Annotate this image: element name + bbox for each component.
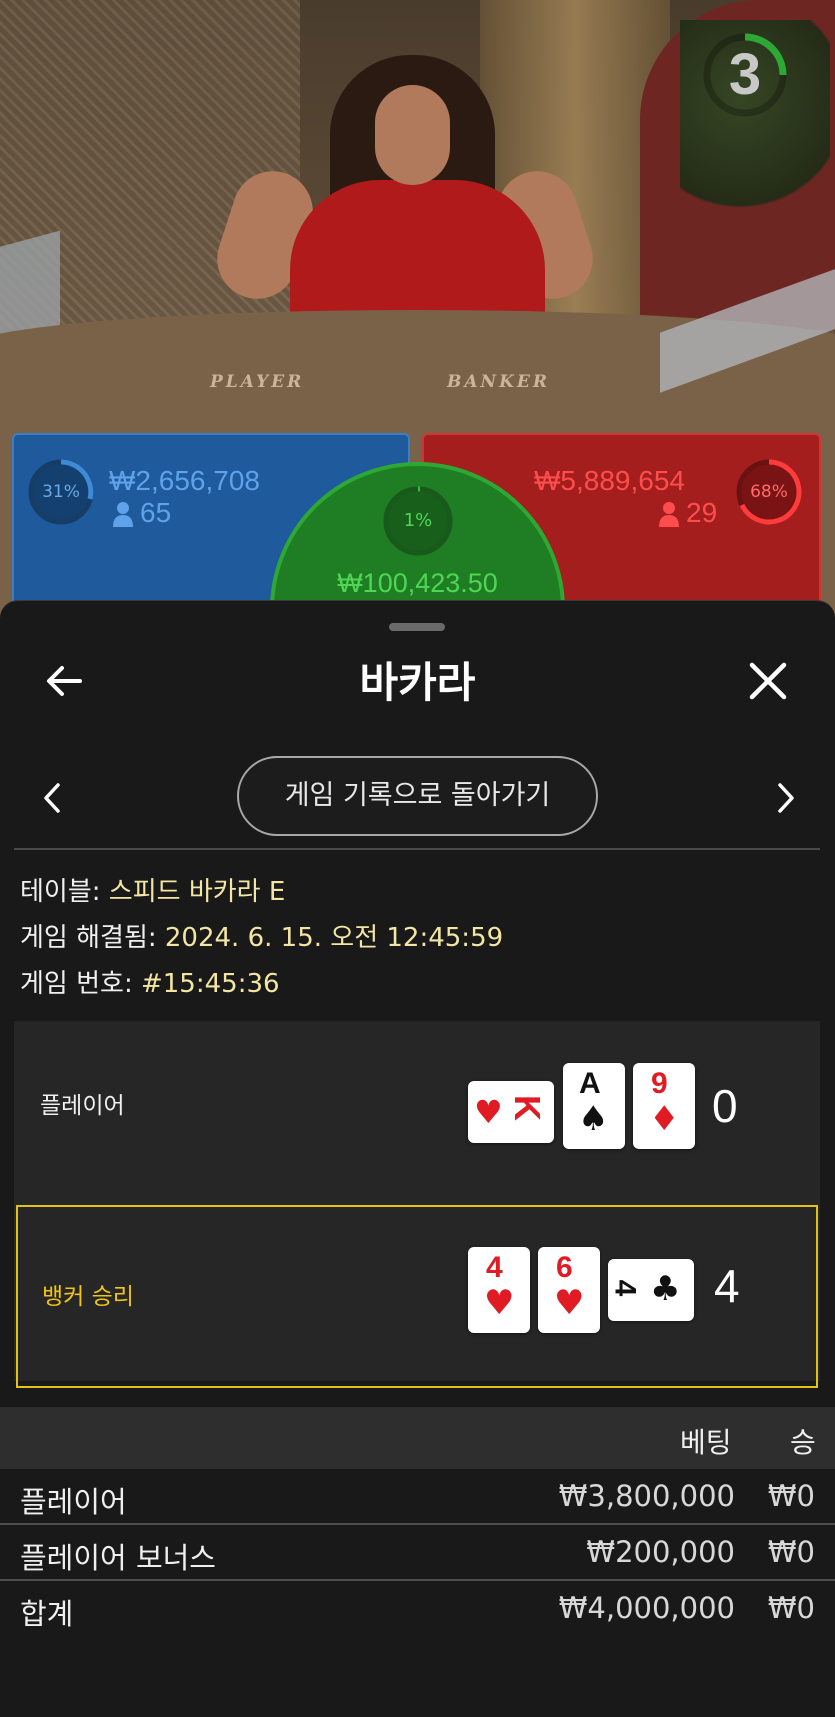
column-header-bet: 베팅 (680, 1426, 732, 1459)
playing-card: ♥ K (468, 1081, 554, 1143)
table-value: 스피드 바카라 E (108, 877, 286, 907)
bet-name: 플레이어 (20, 1485, 127, 1519)
bet-amount: ₩4,000,000 (558, 1591, 735, 1625)
heart-suit-icon: ♥ (554, 1283, 585, 1323)
card-rank: 4 (608, 1279, 642, 1297)
resolved-info: 게임 해결됨: 2024. 6. 15. 오전 12:45:59 (20, 917, 503, 954)
table-label-banker: BANKER (447, 372, 550, 392)
sheet-grabber[interactable] (389, 623, 445, 631)
table-label: 테이블: (20, 877, 109, 907)
player-total: 0 (712, 1080, 738, 1132)
bet-total-row: 합계 ₩4,000,000 ₩0 (0, 1581, 835, 1637)
person-icon (113, 502, 133, 527)
playing-card: A ♠ (563, 1063, 625, 1149)
card-rank: K (507, 1095, 548, 1121)
card-rank: A (579, 1067, 601, 1100)
bet-amount: ₩200,000 (586, 1535, 735, 1569)
playing-card: 9 ♦ (633, 1063, 695, 1149)
tie-pool-amount: ₩100,423.50 (337, 568, 498, 598)
win-amount: ₩0 (767, 1535, 815, 1569)
playing-card: 6 ♥ (538, 1247, 600, 1333)
game-number-info: 게임 번호: #15:45:36 (20, 963, 280, 1000)
win-amount: ₩0 (767, 1591, 815, 1625)
diamond-suit-icon: ♦ (649, 1099, 680, 1139)
sheet-title: 바카라 (359, 658, 476, 707)
countdown-number: 3 (728, 42, 762, 107)
playing-card: 4 ♣ (608, 1259, 694, 1321)
game-history-sheet: 바카라 게임 기록으로 돌아가기 테이블: 스피드 바카라 E 게임 해결됨: … (0, 600, 835, 1717)
column-header-win: 승 (790, 1426, 816, 1459)
player-hand-label: 플레이어 (40, 1093, 125, 1119)
playing-card: 4 ♥ (468, 1247, 530, 1333)
live-video-feed: PLAYER BANKER 3 31% ₩2,656,708 65 ₩5,889… (0, 0, 835, 640)
resolved-label: 게임 해결됨: (20, 923, 165, 953)
person-icon (659, 502, 679, 527)
card-rank: 4 (486, 1251, 503, 1284)
player-pool-amount: ₩2,656,708 (109, 465, 260, 496)
bet-amount: ₩3,800,000 (558, 1479, 735, 1513)
return-to-history-button[interactable]: 게임 기록으로 돌아가기 (237, 756, 598, 836)
banker-pool-amount: ₩5,889,654 (534, 465, 685, 496)
game-number-value: #15:45:36 (140, 969, 280, 999)
banker-percent: 68% (750, 482, 788, 502)
card-rank: 6 (556, 1251, 573, 1284)
spade-suit-icon: ♠ (578, 1099, 609, 1139)
banker-total: 4 (714, 1260, 740, 1312)
table-info: 테이블: 스피드 바카라 E (20, 871, 285, 908)
bet-name: 플레이어 보너스 (20, 1541, 216, 1575)
player-hand-row: 플레이어 ♥ K A ♠ 9 ♦ 0 (14, 1021, 820, 1201)
resolved-value: 2024. 6. 15. 오전 12:45:59 (164, 923, 504, 953)
table-label-player: PLAYER (210, 372, 305, 392)
win-amount: ₩0 (767, 1479, 815, 1513)
club-suit-icon: ♣ (650, 1269, 681, 1309)
tie-percent: 1% (403, 510, 433, 531)
dealer-body (290, 180, 545, 330)
banker-win-label: 뱅커 승리 (42, 1284, 134, 1310)
round-result: 플레이어 ♥ K A ♠ 9 ♦ 0 뱅커 승리 4 ♥ 6 ♥ 4 ♣ 4 (14, 1021, 820, 1388)
game-number-label: 게임 번호: (20, 969, 141, 999)
bet-row: 플레이어 ₩3,800,000 ₩0 (0, 1469, 835, 1525)
banker-hand-row: 뱅커 승리 4 ♥ 6 ♥ 4 ♣ 4 (16, 1205, 818, 1388)
dealer-face (375, 85, 450, 185)
bets-table-header: 베팅 승 (0, 1407, 835, 1469)
heart-suit-icon: ♥ (484, 1283, 515, 1323)
bet-name: 합계 (20, 1597, 74, 1631)
card-rank: 9 (651, 1067, 668, 1100)
bet-row: 플레이어 보너스 ₩200,000 ₩0 (0, 1525, 835, 1581)
banker-pool-count: 29 (686, 497, 718, 528)
section-divider (14, 848, 820, 850)
close-icon[interactable] (738, 651, 798, 711)
chevron-left-icon[interactable] (32, 773, 72, 823)
player-pool-count: 65 (140, 497, 172, 528)
player-percent: 31% (42, 482, 80, 502)
heart-suit-icon: ♥ (474, 1093, 503, 1131)
chevron-right-icon[interactable] (766, 773, 806, 823)
